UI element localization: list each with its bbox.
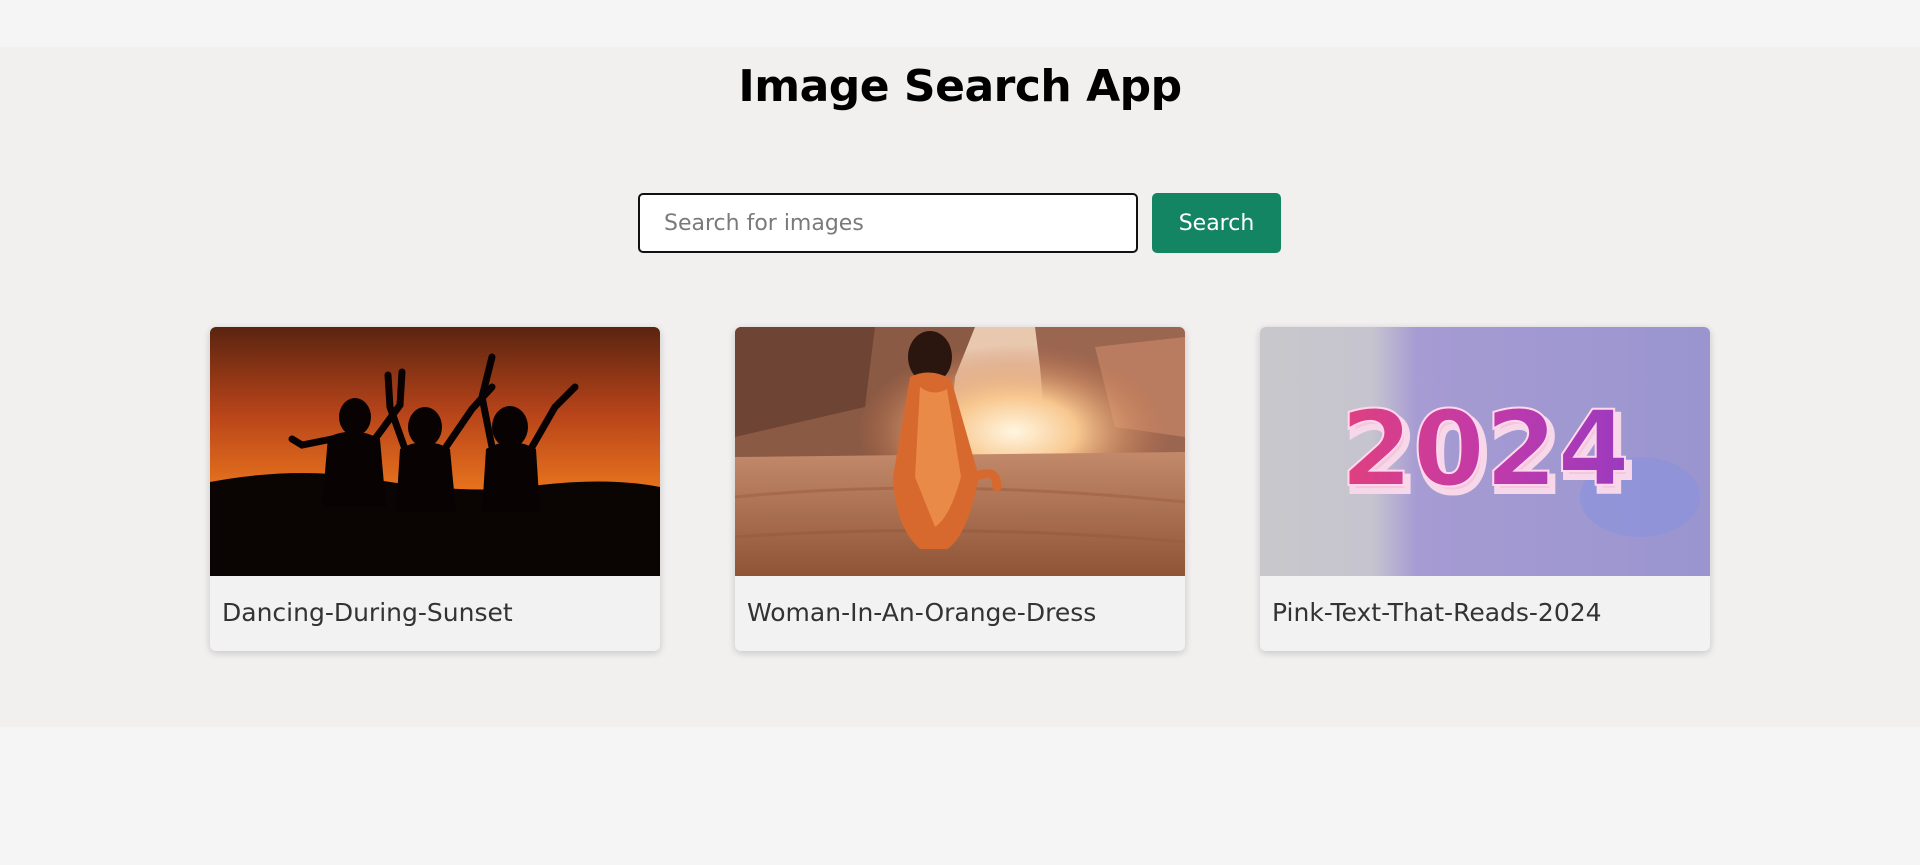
image-card-1[interactable]: Dancing-During-Sunset: [210, 327, 660, 651]
image-card-2[interactable]: Woman-In-An-Orange-Dress: [735, 327, 1185, 651]
search-input[interactable]: [638, 193, 1138, 253]
search-results: Dancing-During-Sunset Woman-In-An-Orange…: [210, 327, 1710, 651]
image-caption[interactable]: Pink-Text-That-Reads-2024: [1272, 598, 1602, 627]
app-container: Image Search App Search for images Searc…: [0, 47, 1920, 727]
woman-orange-dress-image[interactable]: [735, 327, 1185, 576]
search-form: Search: [0, 193, 1920, 253]
page-title: Image Search App: [738, 61, 1182, 112]
pink-2024-image[interactable]: 2024 2024: [1260, 327, 1710, 576]
image-caption[interactable]: Dancing-During-Sunset: [222, 598, 513, 627]
search-button[interactable]: Search: [1152, 193, 1281, 253]
image-text-2024: 2024: [1340, 388, 1629, 510]
dancing-sunset-image[interactable]: [210, 327, 660, 576]
image-caption[interactable]: Woman-In-An-Orange-Dress: [747, 598, 1096, 627]
image-card-3[interactable]: 2024 2024 Pink-Text-That-Reads-2024: [1260, 327, 1710, 651]
